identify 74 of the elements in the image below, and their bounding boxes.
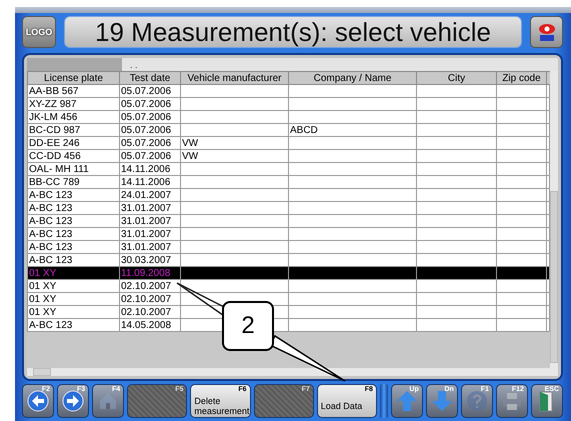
column-header[interactable]: Company / Name <box>288 72 416 84</box>
table-row[interactable]: 01 XY 02.10.2007 <box>28 292 550 306</box>
table-cell: 01 XY <box>29 268 56 278</box>
table-cell: 05.07.2006 <box>121 112 172 122</box>
column-header[interactable]: City <box>416 72 496 84</box>
table-cell: BB-CC 789 <box>29 176 80 188</box>
table-row[interactable]: 01 XY 02.10.2007 <box>28 280 550 292</box>
table-cell: ABCD <box>290 124 318 136</box>
table-cell: 05.07.2006 <box>121 98 172 110</box>
column-header[interactable]: Vehicle manufacturer <box>180 72 288 84</box>
column-header[interactable]: License plate <box>28 72 120 84</box>
vertical-scrollbar[interactable] <box>550 71 558 368</box>
table-cell: 05.07.2006 <box>121 124 172 136</box>
table-cell: 31.01.2007 <box>121 202 172 214</box>
table-cell: 14.11.2006 <box>121 164 170 174</box>
eye-logo-button[interactable] <box>530 16 563 48</box>
column-header[interactable]: Zip code <box>496 72 546 84</box>
table-cell: A-BC 123 <box>29 228 72 240</box>
table-cell: A-BC 123 <box>29 320 72 330</box>
table-row[interactable]: DD-EE 246 05.07.2006 VW <box>28 136 550 150</box>
table-row[interactable]: 01 XY 11.09.2008 <box>28 266 550 280</box>
table-cell: A-BC 123 <box>29 202 72 214</box>
column-header[interactable]: Test date <box>120 72 180 84</box>
table-row[interactable]: A-BC 123 31.01.2007 <box>28 240 550 254</box>
down-arrow-icon <box>430 390 453 412</box>
table-cell: 30.03.2007 <box>121 254 172 266</box>
table-cell: 05.07.2006 <box>121 86 172 96</box>
table-row[interactable]: CC-DD 456 05.07.2006 VW <box>28 150 550 162</box>
table-cell: JK-LM 456 <box>29 112 78 122</box>
table-cell: 24.01.2007 <box>121 190 172 200</box>
table-cell: CC-DD 456 <box>29 150 81 162</box>
table-cell: 02.10.2007 <box>121 306 172 318</box>
path-text: . . <box>130 60 138 70</box>
table-cell: 31.01.2007 <box>121 228 172 240</box>
table-row[interactable]: BC-CD 987 05.07.2006 ABCD <box>28 124 550 136</box>
table-row[interactable]: AA-BB 567 05.07.2006 <box>28 84 550 98</box>
table-cell: 02.10.2007 <box>121 294 172 304</box>
table-cell: AA-BB 567 <box>29 86 78 96</box>
callout-label: 2 <box>222 301 274 351</box>
table-cell: VW <box>182 138 198 148</box>
table-cell: 31.01.2007 <box>121 242 172 252</box>
table-row[interactable]: OAL- MH 111 14.11.2006 <box>28 162 550 176</box>
help-icon <box>466 390 488 412</box>
table-cell: XY-ZZ 987 <box>29 98 76 110</box>
screen-title: 19 Measurement(s): select vehicle <box>64 16 522 48</box>
horizontal-scrollbar[interactable] <box>27 368 558 376</box>
table-cell: BC-CD 987 <box>29 124 80 136</box>
table-row[interactable]: XY-ZZ 987 05.07.2006 <box>28 98 550 110</box>
table-row[interactable]: BB-CC 789 14.11.2006 <box>28 176 550 188</box>
separator-bar <box>380 384 388 418</box>
table-cell: 01 XY <box>29 306 56 318</box>
table-cell: 14.05.2008 <box>121 320 172 330</box>
table-cell: 11.09.2008 <box>121 268 170 278</box>
table-cell: DD-EE 246 <box>29 138 80 148</box>
table-cell: 31.01.2007 <box>121 216 172 226</box>
table-row[interactable]: A-BC 123 30.03.2007 <box>28 254 550 266</box>
table-row[interactable]: A-BC 123 24.01.2007 <box>28 188 550 202</box>
table-row[interactable]: A-BC 123 31.01.2007 <box>28 228 550 240</box>
table-cell: 01 XY <box>29 294 56 304</box>
table-cell: A-BC 123 <box>29 216 72 226</box>
table-cell: A-BC 123 <box>29 190 72 200</box>
table-cell: 02.10.2007 <box>121 280 172 292</box>
table-row[interactable]: A-BC 123 31.01.2007 <box>28 202 550 214</box>
table-cell: 05.07.2006 <box>121 150 172 162</box>
table-cell: 14.11.2006 <box>121 176 170 188</box>
print-icon <box>500 390 523 412</box>
table-cell: A-BC 123 <box>29 254 72 266</box>
table-cell: VW <box>182 150 198 162</box>
table-cell: 01 XY <box>29 280 56 292</box>
table-cell: 05.07.2006 <box>121 138 172 148</box>
table-cell: A-BC 123 <box>29 242 72 252</box>
table-row[interactable]: A-BC 123 31.01.2007 <box>28 214 550 228</box>
table-row[interactable]: JK-LM 456 05.07.2006 <box>28 110 550 124</box>
table-cell: OAL- MH 111 <box>29 164 89 174</box>
